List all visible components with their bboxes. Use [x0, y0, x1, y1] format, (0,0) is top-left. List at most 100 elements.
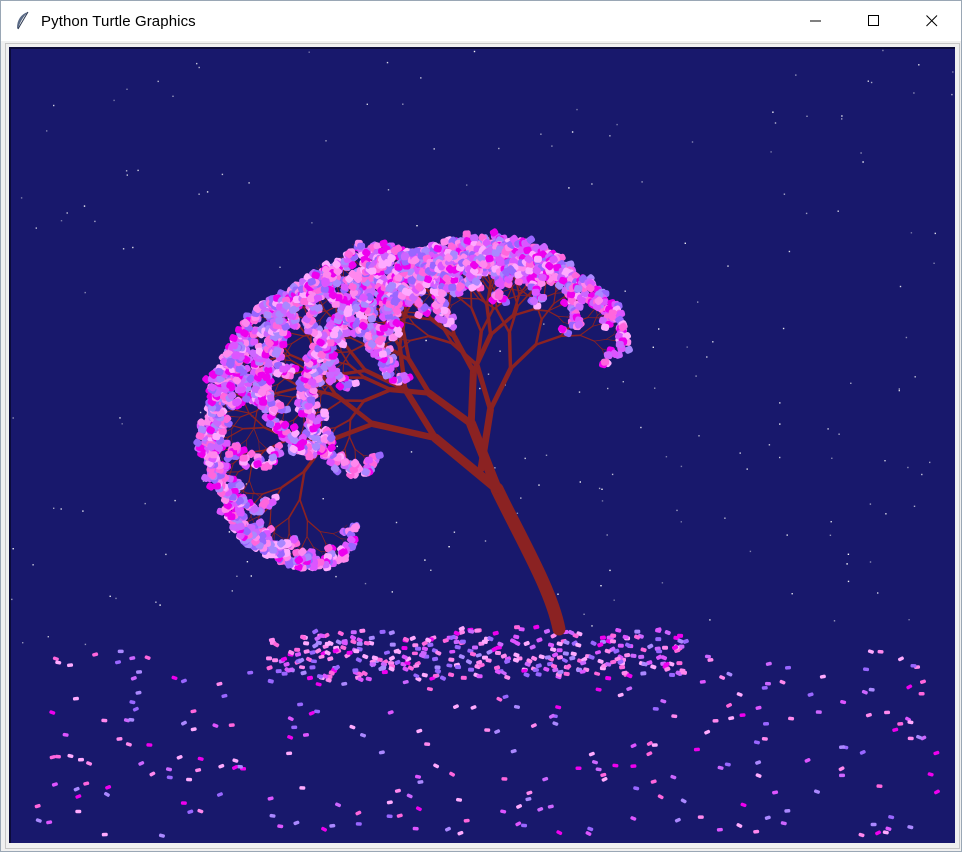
fallen-petal	[365, 676, 372, 682]
fallen-petal	[605, 676, 612, 681]
blossom	[307, 396, 316, 404]
star	[791, 593, 793, 595]
fallen-petal	[439, 675, 447, 681]
star	[109, 595, 111, 597]
fallen-petal	[75, 794, 82, 799]
fallen-petal	[868, 687, 875, 692]
star	[84, 291, 86, 294]
minimize-button[interactable]	[787, 1, 845, 41]
fallen-petal	[434, 665, 441, 670]
fallen-petal	[515, 821, 522, 827]
fallen-petal	[562, 651, 569, 656]
tree-branch	[228, 428, 244, 438]
fallen-petal	[619, 665, 626, 670]
tree-branch	[342, 362, 345, 373]
fallen-petal	[933, 750, 940, 756]
fallen-petal	[187, 809, 194, 815]
star	[658, 328, 660, 330]
fallen-petal	[454, 644, 461, 650]
star	[165, 553, 167, 556]
fallen-petal	[129, 656, 136, 661]
fallen-petal	[316, 674, 324, 679]
star	[82, 510, 84, 512]
fallen-petal	[630, 816, 637, 821]
star	[867, 80, 869, 82]
star	[364, 582, 367, 585]
fallen-petal	[492, 630, 499, 636]
fallen-petal	[640, 647, 647, 653]
fallen-petal	[406, 793, 413, 799]
blossom	[350, 525, 359, 533]
star	[473, 50, 476, 53]
fallen-petal	[218, 763, 225, 769]
fallen-petal	[54, 754, 61, 759]
fallen-petal	[650, 664, 657, 670]
star	[907, 466, 909, 469]
fallen-petal	[421, 672, 428, 678]
tree-branch	[298, 498, 309, 522]
turtle-canvas[interactable]	[9, 47, 955, 843]
fallen-petal	[281, 671, 288, 676]
star	[622, 381, 624, 383]
fallen-petal	[726, 702, 733, 708]
fallen-petal	[599, 635, 606, 640]
star	[221, 173, 224, 176]
fallen-petal	[556, 830, 563, 836]
star	[557, 593, 559, 595]
star	[783, 193, 786, 195]
tree-branch	[605, 339, 616, 341]
fallen-petal	[165, 767, 172, 772]
fallen-petal	[755, 705, 762, 710]
fallen-petal	[724, 762, 731, 767]
title-bar[interactable]: Python Turtle Graphics	[1, 1, 961, 41]
star	[453, 531, 456, 533]
star	[640, 426, 642, 429]
fallen-petal	[772, 790, 779, 795]
fallen-petal	[612, 763, 619, 768]
star	[884, 460, 886, 462]
fallen-petal	[513, 634, 520, 640]
tree-branch	[587, 309, 595, 319]
fallen-petal	[350, 630, 357, 635]
fallen-petal	[415, 806, 422, 812]
star	[583, 613, 585, 615]
fallen-petal	[784, 809, 791, 813]
blossom	[470, 234, 479, 242]
fallen-petal	[266, 665, 273, 671]
star	[579, 481, 581, 483]
maximize-button[interactable]	[845, 1, 903, 41]
tree-branch	[557, 315, 567, 318]
fallen-petal	[470, 705, 477, 710]
star	[709, 619, 711, 621]
tree-branch	[593, 338, 607, 342]
fallen-petal	[303, 641, 310, 646]
star	[850, 382, 852, 384]
star	[119, 417, 121, 419]
tree-branch	[605, 334, 614, 340]
star	[600, 585, 602, 587]
star	[115, 597, 117, 600]
star	[578, 391, 581, 393]
fallen-petal	[306, 675, 314, 681]
close-button[interactable]	[903, 1, 961, 41]
fallen-petal	[587, 826, 594, 832]
tree-branch	[508, 343, 538, 371]
fallen-petal	[335, 802, 342, 808]
star	[607, 387, 609, 390]
star	[395, 521, 398, 524]
fallen-petal	[221, 693, 228, 699]
tree-branch	[350, 337, 366, 346]
fallen-petal	[662, 645, 669, 650]
tree-branch	[258, 440, 267, 449]
star	[616, 123, 618, 126]
fallen-petal	[699, 679, 706, 684]
star	[695, 375, 697, 377]
star	[914, 376, 916, 378]
fallen-petal	[67, 753, 74, 759]
fallen-petal	[761, 686, 768, 690]
fallen-petal	[839, 745, 846, 749]
fallen-petal	[412, 826, 419, 831]
tree-branch	[306, 536, 314, 548]
fallen-petal	[595, 687, 602, 692]
star	[779, 456, 781, 459]
